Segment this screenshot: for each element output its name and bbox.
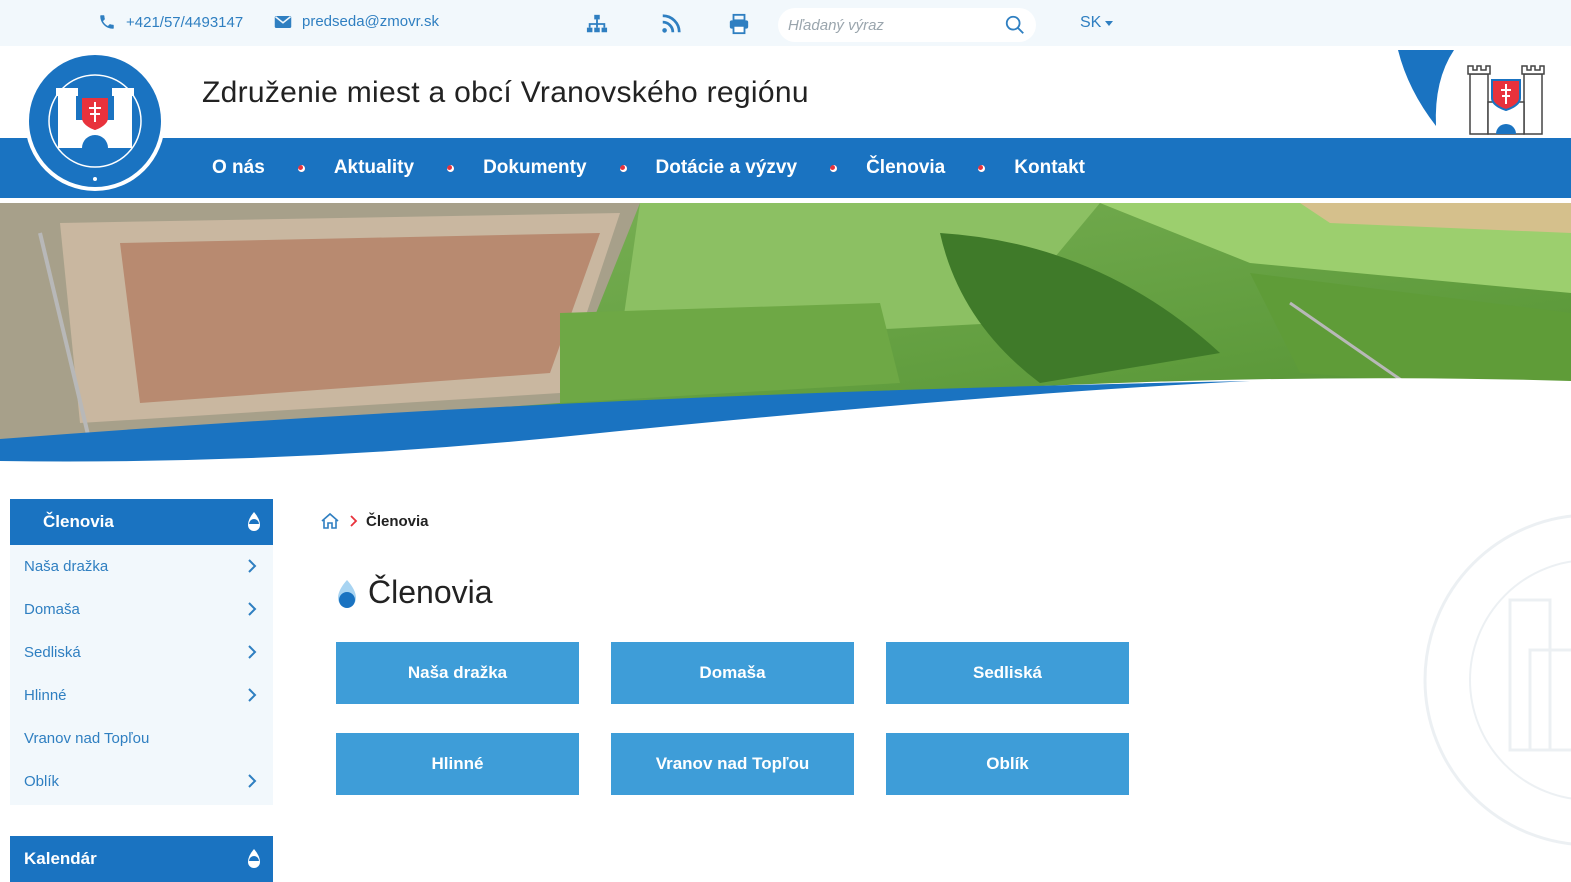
site-title[interactable]: Združenie miest a obcí Vranovského regió… [202,76,809,110]
sidebar-item-oblik[interactable]: Oblík [10,760,273,803]
decorative-wedge [1398,50,1454,126]
sidebar-item-label: Domaša [24,601,80,618]
chevron-right-icon [248,602,257,616]
tile-hlinne[interactable]: Hlinné [336,733,579,795]
sidebar-calendar-header[interactable]: Kalendár [10,836,273,882]
sitemap-icon[interactable] [586,13,608,35]
sidebar-item-label: Sedliská [24,644,81,661]
top-bar: +421/57/4493147 predseda@zmovr.sk SK [0,0,1571,46]
envelope-icon [274,15,292,28]
hero-aerial-image [0,203,1571,473]
town-crest [1467,65,1545,135]
chevron-right-icon [248,774,257,788]
phone-icon [100,15,114,29]
caret-down-icon [1105,20,1114,26]
chevron-right-icon [248,688,257,702]
nav-separator-dot [830,164,838,172]
sidebar-list: Naša dražka Domaša Sedliská Hlinné Vrano… [10,545,273,805]
nav-item-o-nas[interactable]: O nás [212,157,265,179]
language-label: SK [1080,14,1102,31]
sidebar-item-vranov[interactable]: Vranov nad Topľou [10,717,273,760]
sidebar-item-sedliska[interactable]: Sedliská [10,631,273,674]
nav-item-dotacie[interactable]: Dotácie a výzvy [656,157,798,179]
email-text: predseda@zmovr.sk [302,13,439,30]
nav-item-dokumenty[interactable]: Dokumenty [483,157,586,179]
home-icon[interactable] [320,512,340,530]
sidebar-item-nasa-drazka[interactable]: Naša dražka [10,545,273,588]
breadcrumb-current: Členovia [366,512,429,530]
chevron-right-icon [248,645,257,659]
drop-icon [248,849,260,868]
search-icon[interactable] [1004,14,1026,36]
search-box [778,8,1036,42]
sidebar-section-header[interactable]: Členovia [10,499,273,545]
nav-separator-dot [978,164,986,172]
chevron-right-icon [248,559,257,573]
main-navigation: O nás Aktuality Dokumenty Dotácie a výzv… [0,138,1571,198]
tile-sedliska[interactable]: Sedliská [886,642,1129,704]
phone-text: +421/57/4493147 [126,13,244,31]
nav-item-kontakt[interactable]: Kontakt [1014,157,1085,179]
tile-domasa[interactable]: Domaša [611,642,854,704]
nav-item-clenovia[interactable]: Členovia [866,157,945,179]
print-icon[interactable] [728,13,750,35]
tile-oblik[interactable]: Oblík [886,733,1129,795]
nav-separator-dot [619,164,627,172]
language-selector[interactable]: SK [1080,14,1114,32]
nav-item-aktuality[interactable]: Aktuality [334,157,414,179]
sidebar-calendar-title: Kalendár [24,849,97,868]
sidebar-item-hlinne[interactable]: Hlinné [10,674,273,717]
page-title: Členovia [368,574,493,610]
sidebar-item-label: Vranov nad Topľou [24,730,150,747]
nav-separator-dot [447,164,455,172]
email-contact[interactable]: predseda@zmovr.sk [274,13,439,30]
sidebar-section-title: Členovia [43,512,114,531]
association-logo[interactable] [20,50,170,192]
chevron-right-icon [350,515,358,527]
watermark-emblem [1423,514,1571,846]
drop-icon [338,580,356,608]
nav-menu: O nás Aktuality Dokumenty Dotácie a výzv… [212,138,1085,198]
search-input[interactable] [788,15,998,35]
breadcrumb: Členovia [320,512,429,530]
sidebar-item-label: Oblík [24,773,60,790]
sidebar-item-domasa[interactable]: Domaša [10,588,273,631]
tile-nasa-drazka[interactable]: Naša dražka [336,642,579,704]
sidebar-item-label: Naša dražka [24,558,109,575]
phone-contact[interactable]: +421/57/4493147 [98,13,243,31]
tile-vranov[interactable]: Vranov nad Topľou [611,733,854,795]
nav-separator-dot [297,164,305,172]
sidebar-item-label: Hlinné [24,687,67,704]
rss-icon[interactable] [660,13,682,35]
drop-icon [248,512,260,531]
